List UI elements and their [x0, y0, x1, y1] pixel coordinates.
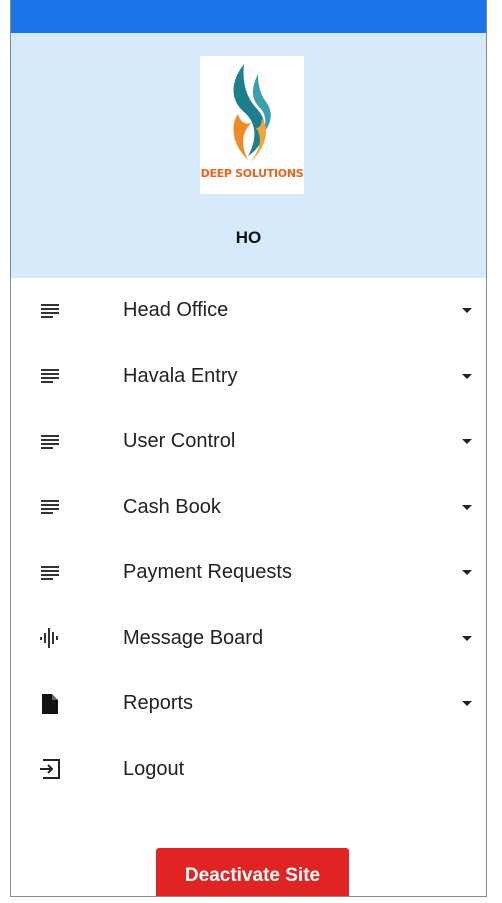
drawer-header: DEEP SOLUTIONS HO: [11, 33, 486, 278]
list-icon: [38, 364, 62, 388]
company-logo: DEEP SOLUTIONS: [200, 56, 304, 194]
list-icon: [38, 561, 62, 585]
menu-item-label: Havala Entry: [123, 364, 238, 387]
audio-wave-icon: [38, 626, 62, 650]
logo-text: DEEP SOLUTIONS: [200, 167, 304, 180]
nav-drawer: DEEP SOLUTIONS HO Head Office Havala Ent…: [10, 0, 487, 897]
org-code: HO: [235, 228, 262, 247]
list-icon: [38, 299, 62, 323]
menu-item-user-control[interactable]: User Control: [11, 409, 486, 475]
menu-item-cash-book[interactable]: Cash Book: [11, 475, 486, 541]
menu-item-label: Head Office: [123, 299, 229, 322]
chevron-down-icon[interactable]: [462, 701, 472, 707]
menu-item-reports[interactable]: Reports: [11, 671, 486, 737]
list-icon: [38, 495, 62, 519]
chevron-down-icon[interactable]: [462, 570, 472, 576]
menu-item-label: Reports: [123, 692, 194, 715]
menu-item-head-office[interactable]: Head Office: [11, 278, 486, 344]
chevron-down-icon[interactable]: [462, 439, 472, 445]
logout-icon: [38, 757, 62, 781]
menu-item-message-board[interactable]: Message Board: [11, 606, 486, 672]
menu-item-label: Logout: [123, 757, 185, 780]
chevron-down-icon[interactable]: [462, 635, 472, 641]
menu-item-payment-requests[interactable]: Payment Requests: [11, 540, 486, 606]
drawer-menu: Head Office Havala Entry User Control Ca…: [11, 278, 486, 802]
chevron-down-icon[interactable]: [462, 373, 472, 379]
menu-item-label: Message Board: [123, 626, 264, 649]
menu-item-logout[interactable]: Logout: [11, 737, 486, 803]
chevron-down-icon[interactable]: [462, 308, 472, 314]
menu-item-label: Payment Requests: [123, 561, 292, 584]
flame-logo-icon: [233, 64, 271, 162]
top-app-bar: [11, 0, 486, 33]
document-icon: [38, 692, 62, 716]
menu-item-havala-entry[interactable]: Havala Entry: [11, 344, 486, 410]
menu-item-label: User Control: [123, 430, 236, 453]
chevron-down-icon[interactable]: [462, 504, 472, 510]
list-icon: [38, 430, 62, 454]
deactivate-site-button[interactable]: Deactivate Site: [156, 848, 349, 896]
menu-item-label: Cash Book: [123, 495, 221, 518]
